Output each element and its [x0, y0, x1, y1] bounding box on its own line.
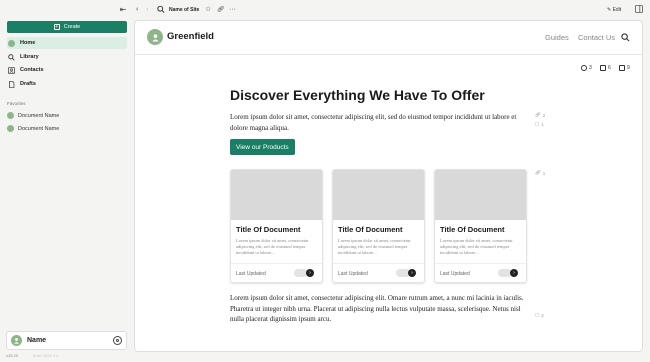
card-updated: Last Updated [440, 271, 470, 277]
user-name: Name [27, 337, 47, 344]
sidebar-item-home[interactable]: Home [7, 37, 127, 49]
link-icon[interactable]: 🔗︎ [217, 5, 225, 15]
user-avatar-icon [11, 335, 22, 346]
view-products-button[interactable]: View our Products [230, 139, 295, 155]
card-footer: Last Updated › [435, 263, 526, 282]
card-description: Lorem ipsum dolor sit amet, consectetur … [440, 238, 513, 255]
link-marker-count: 2 [542, 112, 546, 118]
outro-paragraph: Lorem ipsum dolor sit amet, consectetur … [230, 294, 524, 323]
card-title: Title Of Document [236, 225, 301, 234]
arrow-right-icon[interactable]: › [306, 269, 314, 277]
logo-text[interactable]: Greenfield [167, 31, 214, 42]
comments-count[interactable]: 6 [600, 65, 611, 71]
site-header: Greenfield Guides Contact Us [135, 21, 642, 55]
nav-link-contact[interactable]: Contact Us [578, 33, 615, 42]
comment-marker[interactable]: ▢ 2 [535, 312, 544, 318]
site-preview: Greenfield Guides Contact Us 3 6 9 Disco… [134, 20, 643, 352]
subscribers-count-value: 9 [627, 65, 630, 71]
comment-marker-count: 2 [541, 312, 544, 318]
logo-icon[interactable] [147, 29, 163, 45]
document-card[interactable]: Title Of Document Lorem ipsum dolor sit … [434, 169, 527, 283]
site-name[interactable]: Name of Site [169, 5, 199, 15]
sidebar-item-contacts[interactable]: Contacts [7, 64, 127, 76]
sidebar-item-label: Library [20, 54, 39, 60]
comment-marker[interactable]: ▢ 1 [535, 121, 544, 127]
document-card[interactable]: Title Of Document Lorem ipsum dolor sit … [332, 169, 425, 283]
arrow-right-icon[interactable]: › [510, 269, 518, 277]
favorites-heading: Favorites [7, 101, 26, 106]
avatar [7, 125, 14, 132]
card-image-placeholder [435, 170, 526, 220]
history-count-value: 3 [589, 65, 592, 71]
collapse-sidebar-icon[interactable]: ⇤ [118, 5, 128, 15]
document-icon [8, 80, 15, 88]
subscribers-count[interactable]: 9 [619, 65, 630, 71]
top-bar: ‹ › Name of Site ☆ 🔗︎ ··· ✎ Edit [133, 0, 650, 20]
link-marker-count: 1 [542, 170, 546, 176]
more-icon[interactable]: ··· [229, 5, 236, 15]
link-marker[interactable]: 🔗︎ 2 [535, 112, 545, 118]
hero-title: Discover Everything We Have To Offer [230, 87, 485, 103]
comment-icon [600, 65, 606, 71]
sidebar-item-library[interactable]: Library [7, 51, 127, 63]
search-icon[interactable] [157, 5, 165, 18]
card-footer: Last Updated › [333, 263, 424, 282]
search-icon [8, 53, 15, 61]
avatar [7, 112, 14, 119]
sidebar-item-drafts[interactable]: Drafts [7, 78, 127, 90]
card-description: Lorem ipsum dolor sit amet, consectetur … [236, 238, 309, 255]
version-hint: build 2024.4.4 [33, 353, 59, 358]
card-updated: Last Updated [236, 271, 266, 277]
favorite-item[interactable]: Document Name [7, 125, 59, 132]
arrow-right-icon[interactable]: › [408, 269, 416, 277]
card-title: Title Of Document [338, 225, 403, 234]
search-icon[interactable] [621, 33, 630, 42]
home-avatar-icon [8, 39, 15, 47]
card-footer: Last Updated › [231, 263, 322, 282]
edit-label: Edit [612, 7, 622, 13]
panel-toggle-icon[interactable] [635, 5, 643, 17]
card-title: Title Of Document [440, 225, 505, 234]
intro-paragraph: Lorem ipsum dolor sit amet, consectetur … [230, 113, 517, 132]
history-icon [581, 65, 587, 71]
create-button[interactable]: + Create [7, 21, 127, 33]
favorite-item[interactable]: Document Name [7, 112, 59, 119]
create-button-label: Create [63, 24, 81, 30]
history-count[interactable]: 3 [581, 65, 592, 71]
card-image-placeholder [333, 170, 424, 220]
star-icon[interactable]: ☆ [205, 5, 211, 15]
card-description: Lorem ipsum dolor sit amet, consectetur … [338, 238, 411, 255]
user-card[interactable]: Name [6, 331, 127, 350]
subscribers-icon [619, 65, 625, 71]
sidebar-item-label: Contacts [20, 67, 44, 73]
comment-marker-count: 1 [541, 121, 544, 127]
link-marker[interactable]: 🔗︎ 1 [535, 170, 545, 176]
card-updated: Last Updated [338, 271, 368, 277]
document-card[interactable]: Title Of Document Lorem ipsum dolor sit … [230, 169, 323, 283]
sidebar-item-label: Drafts [20, 81, 36, 87]
contacts-icon [8, 66, 15, 74]
gear-icon[interactable] [113, 336, 122, 345]
sidebar-item-label: Home [20, 40, 36, 46]
favorite-item-label: Document Name [18, 125, 60, 132]
card-image-placeholder [231, 170, 322, 220]
version-number: v15.20 [6, 353, 19, 358]
edit-button[interactable]: ✎ Edit [607, 5, 621, 15]
back-arrow-icon[interactable]: ‹ [136, 5, 138, 15]
nav-link-guides[interactable]: Guides [545, 33, 569, 42]
forward-arrow-icon[interactable]: › [146, 5, 148, 15]
version-info: v15.20 build 2024.4.4 [6, 353, 58, 358]
create-doc-icon: + [53, 24, 60, 30]
sidebar: ⇤ + Create Home Library Contacts Drafts … [0, 0, 133, 362]
favorite-item-label: Document Name [18, 112, 60, 119]
comments-count-value: 6 [608, 65, 611, 71]
